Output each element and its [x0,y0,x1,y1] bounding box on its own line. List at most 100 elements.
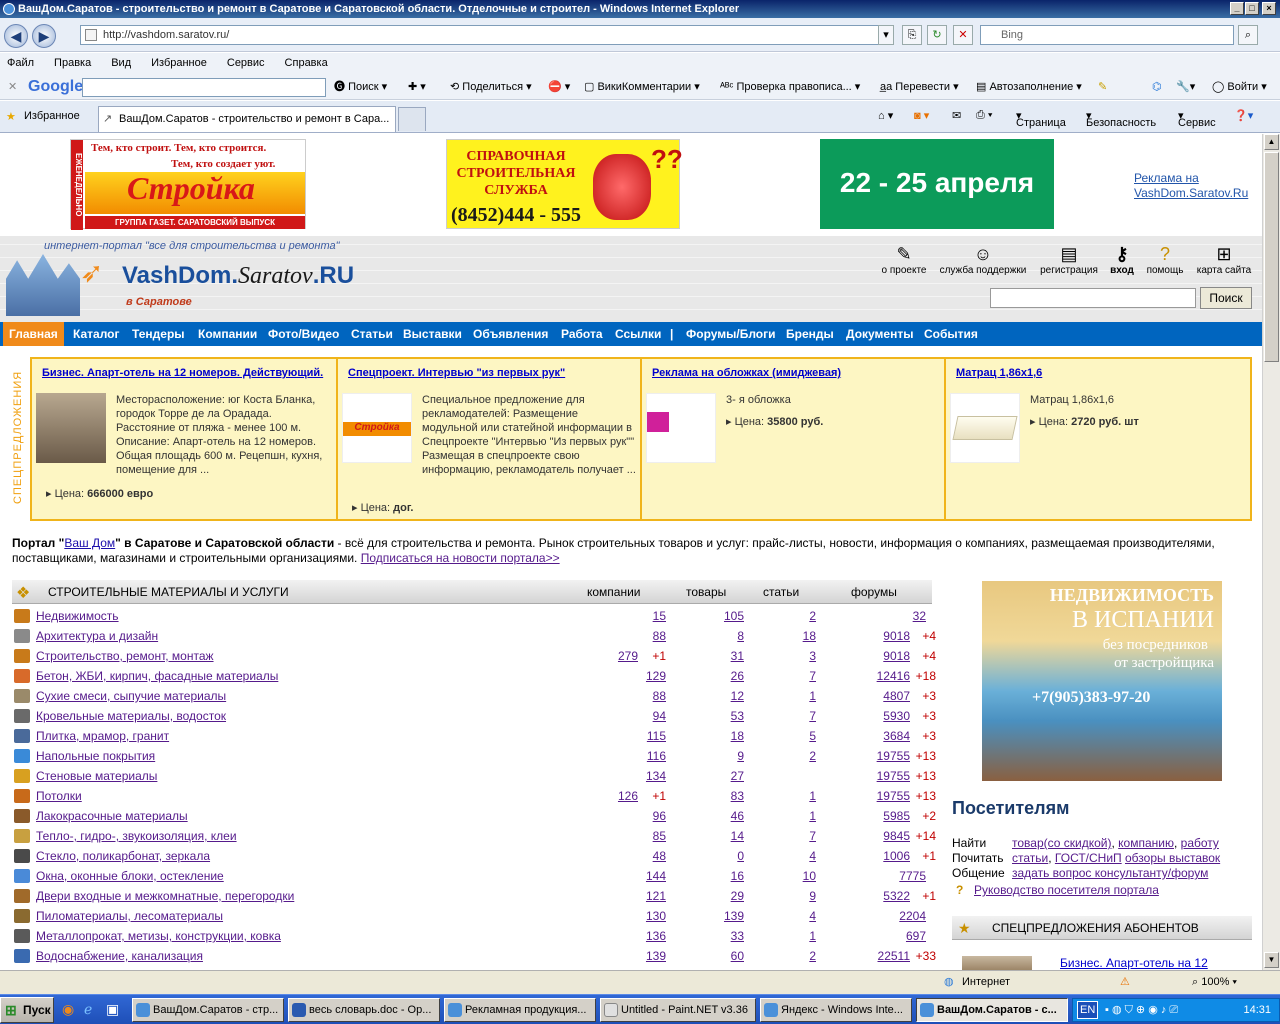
count-c[interactable]: 48 [653,846,666,866]
help-link[interactable]: ? помощь [1144,244,1186,276]
count-f[interactable]: 5930 [883,706,910,726]
scroll-thumb[interactable] [1264,152,1279,362]
forward-button[interactable]: ▶ [32,24,56,48]
count-s[interactable]: 1 [809,686,816,706]
share-button[interactable]: ⟲ Поделиться ▾ [450,74,532,100]
subscribe-link[interactable]: Подписаться на новости портала>> [361,551,560,565]
count-c[interactable]: 88 [653,626,666,646]
register-link[interactable]: ▤ регистрация [1036,244,1102,276]
count-s[interactable]: 2 [809,746,816,766]
spain-realty-banner[interactable]: НЕДВИЖИМОСТЬ В ИСПАНИИ без посредников о… [982,581,1222,781]
count-f[interactable]: 697 [906,926,926,946]
category-link[interactable]: Стеновые материалы [36,766,157,786]
start-button[interactable]: ⊞ Пуск [0,997,54,1023]
desktop-icon[interactable]: ▣ [106,1001,119,1018]
task-vashdom-1[interactable]: ВашДом.Саратов - стр... [132,998,284,1022]
count-g[interactable]: 14 [731,826,744,846]
category-link[interactable]: Лакокрасочные материалы [36,806,188,826]
special-item-title[interactable]: Спецпроект. Интервью "из первых рук" [348,367,565,379]
count-f[interactable]: 19755 [877,786,910,806]
url-field[interactable]: http://vashdom.saratov.ru/ [80,25,894,45]
count-s[interactable]: 2 [809,946,816,966]
support-link[interactable]: ☺ служба поддержки [938,244,1028,276]
find-company-link[interactable]: компанию [1118,836,1174,850]
count-f[interactable]: 9018 [883,626,910,646]
popup-blocker-icon[interactable]: ⛔ ▾ [548,74,570,100]
menu-tools[interactable]: Сервис [227,57,265,69]
refresh-icon[interactable]: ↻ [927,25,947,45]
ad-link[interactable]: Реклама на VashDom.Saratov.Ru [1134,171,1262,201]
rss-icon[interactable]: ◙ ▾ [914,109,929,122]
menu-favorites[interactable]: Избранное [151,57,207,69]
count-s[interactable]: 1 [809,806,816,826]
count-f[interactable]: 32 [913,606,926,626]
signin-button[interactable]: ◯ Войти ▾ [1212,74,1267,100]
category-link[interactable]: Стекло, поликарбонат, зеркала [36,846,210,866]
count-f[interactable]: 19755 [877,746,910,766]
count-s[interactable]: 4 [809,846,816,866]
nav-catalog[interactable]: Каталог [73,322,120,346]
task-yandex[interactable]: Яндекс - Windows Inte... [760,998,912,1022]
count-c[interactable]: 15 [653,606,666,626]
count-f[interactable]: 4807 [883,686,910,706]
language-indicator[interactable]: EN [1077,1001,1099,1019]
find-job-link[interactable]: работу [1181,836,1219,850]
sitemap-link[interactable]: ⊞ карта сайта [1194,244,1254,276]
highlighter-icon[interactable]: ✎ [1098,74,1107,100]
menu-edit[interactable]: Правка [54,57,91,69]
category-link[interactable]: Пиломатериалы, лесоматериалы [36,906,223,926]
stroika-thumbnail[interactable]: Стройка [342,393,412,463]
gost-link[interactable]: ГОСТ/СНиП [1055,851,1122,865]
search-icon[interactable]: ⌕ [1238,25,1258,45]
nav-exhibitions[interactable]: Выставки [403,322,462,346]
guide-link[interactable]: Руководство посетителя портала [974,883,1159,897]
count-g[interactable]: 53 [731,706,744,726]
login-link[interactable]: ⚷ вход [1106,244,1138,276]
category-link[interactable]: Кровельные материалы, водосток [36,706,226,726]
category-link[interactable]: Архитектура и дизайн [36,626,158,646]
wifi-icon[interactable]: ⌬ [1152,74,1162,100]
translate-button[interactable]: a̲a Перевести ▾ [880,74,959,100]
nav-events[interactable]: События [924,322,978,346]
count-s[interactable]: 4 [809,906,816,926]
site-search-button[interactable]: Поиск [1200,287,1252,309]
count-c[interactable]: 279 [618,646,638,666]
count-c[interactable]: 85 [653,826,666,846]
count-g[interactable]: 26 [731,666,744,686]
nav-documents[interactable]: Документы [846,322,913,346]
magazine-thumbnail[interactable] [646,393,716,463]
close-toolbar-icon[interactable]: ✕ [8,74,17,100]
count-g[interactable]: 31 [731,646,744,666]
site-search-input[interactable] [990,288,1196,308]
home-icon[interactable]: ⌂ ▾ [878,109,893,122]
count-g[interactable]: 29 [731,886,744,906]
count-c[interactable]: 126 [618,786,638,806]
nav-ads[interactable]: Объявления [473,322,548,346]
exhibition-reviews-link[interactable]: обзоры выставок [1125,851,1220,865]
count-s[interactable]: 9 [809,886,816,906]
category-link[interactable]: Металлопрокат, метизы, конструкции, ковк… [36,926,281,946]
count-c[interactable]: 130 [646,906,666,926]
site-logo[interactable]: VashDom.Saratov.RU [122,262,354,290]
nav-brands[interactable]: Бренды [786,322,834,346]
minimize-button[interactable]: _ [1230,2,1244,15]
close-button[interactable]: × [1262,2,1276,15]
vertical-scrollbar[interactable]: ▲ ▼ [1262,134,1280,970]
count-c[interactable]: 129 [646,666,666,686]
count-f[interactable]: 3684 [883,726,910,746]
menu-file[interactable]: Файл [7,57,34,69]
mail-icon[interactable]: ✉ [952,109,961,122]
new-tab-button[interactable] [398,107,426,131]
count-s[interactable]: 7 [809,826,816,846]
count-s[interactable]: 5 [809,726,816,746]
category-link[interactable]: Водоснабжение, канализация [36,946,203,966]
count-s[interactable]: 3 [809,646,816,666]
category-link[interactable]: Недвижимость [36,606,119,626]
google-search-button[interactable]: 🅖 Поиск ▾ [334,74,387,100]
about-link[interactable]: ✎ о проекте [878,244,930,276]
count-g[interactable]: 33 [731,926,744,946]
favorites-star-icon[interactable]: ★ [6,110,16,123]
category-link[interactable]: Тепло-, гидро-, звукоизоляция, клеи [36,826,237,846]
task-word[interactable]: весь словарь.doc - Ор... [288,998,440,1022]
google-search-input[interactable] [82,78,326,97]
